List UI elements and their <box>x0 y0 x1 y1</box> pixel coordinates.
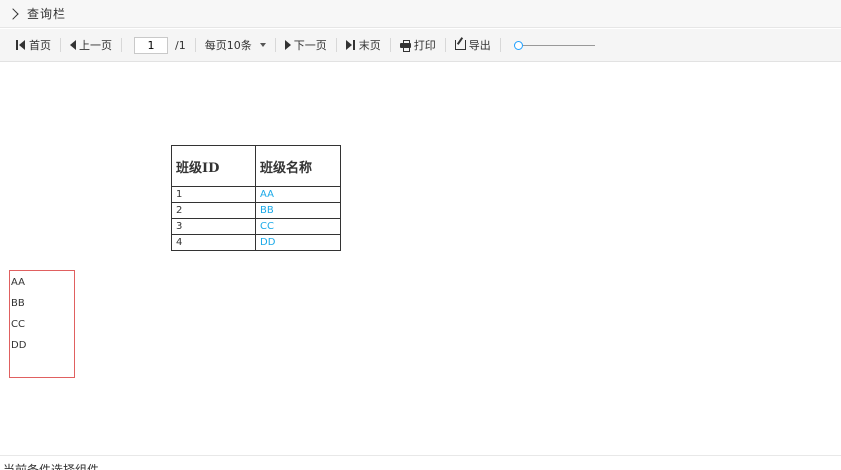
table-header-row: 班级ID 班级名称 <box>171 145 341 187</box>
table-row: 4 DD <box>171 234 341 251</box>
column-header-class-name: 班级名称 <box>255 145 341 187</box>
next-page-label: 下一页 <box>293 39 327 52</box>
toolbar-divider <box>389 38 391 52</box>
page-total: /1 <box>175 38 186 52</box>
page-number-input[interactable] <box>134 36 168 54</box>
list-item: AA <box>11 277 25 288</box>
export-button[interactable]: 导出 <box>454 37 491 53</box>
zoom-slider-knob[interactable] <box>513 40 523 50</box>
page-size-label: 每页10条 <box>204 39 252 52</box>
list-item: DD <box>11 340 27 351</box>
export-label: 导出 <box>468 39 491 52</box>
cell-class-name-link[interactable]: AA <box>255 186 341 203</box>
toolbar-divider <box>444 38 446 52</box>
list-item: BB <box>11 298 25 309</box>
last-page-button[interactable]: 末页 <box>345 37 381 53</box>
query-bar-toggle[interactable]: 查询栏 <box>0 0 841 28</box>
column-header-class-id: 班级ID <box>171 145 256 187</box>
chevron-right-icon <box>7 8 19 20</box>
report-toolbar: 首页 上一页 /1 每页10条 下一页 末页 打印 导出 <box>0 29 841 62</box>
name-list-box: AA BB CC DD <box>9 270 75 378</box>
bottom-caption: 当前条件选择组件 <box>3 463 100 470</box>
zoom-slider[interactable] <box>513 40 595 50</box>
next-page-button[interactable]: 下一页 <box>284 37 327 53</box>
list-item: CC <box>11 319 25 330</box>
cell-class-id: 2 <box>171 202 256 219</box>
prev-page-button[interactable]: 上一页 <box>70 37 112 53</box>
page-size-select[interactable]: 每页10条 <box>205 37 266 53</box>
toolbar-divider <box>60 38 61 52</box>
toolbar-divider <box>499 38 501 52</box>
cell-class-id: 4 <box>171 234 256 251</box>
last-page-label: 末页 <box>358 39 381 52</box>
table-row: 2 BB <box>171 202 341 219</box>
cell-class-name-link[interactable]: BB <box>255 202 341 219</box>
prev-page-label: 上一页 <box>79 39 112 52</box>
last-page-icon <box>345 40 356 50</box>
toolbar-divider <box>121 38 122 52</box>
print-label: 打印 <box>413 39 436 52</box>
export-icon <box>454 40 466 50</box>
toolbar-divider <box>335 38 337 52</box>
table-row: 1 AA <box>171 186 341 203</box>
cell-class-name-link[interactable]: CC <box>255 218 341 235</box>
query-bar-label: 查询栏 <box>27 7 67 21</box>
toolbar-divider <box>194 38 196 52</box>
report-canvas <box>0 63 841 456</box>
cell-class-name-link[interactable]: DD <box>255 234 341 251</box>
table-row: 3 CC <box>171 218 341 235</box>
class-table: 班级ID 班级名称 1 AA 2 BB 3 CC 4 DD <box>171 145 341 251</box>
first-page-icon <box>16 40 26 50</box>
caret-down-icon <box>259 43 266 47</box>
cell-class-id: 3 <box>171 218 256 235</box>
zoom-slider-track <box>522 44 595 46</box>
next-page-icon <box>284 40 291 50</box>
prev-page-icon <box>70 40 76 50</box>
print-icon <box>399 40 411 52</box>
first-page-label: 首页 <box>29 39 51 52</box>
print-button[interactable]: 打印 <box>399 37 436 53</box>
bottom-divider <box>0 455 841 456</box>
toolbar-divider <box>274 38 276 52</box>
first-page-button[interactable]: 首页 <box>16 37 51 53</box>
cell-class-id: 1 <box>171 186 256 203</box>
